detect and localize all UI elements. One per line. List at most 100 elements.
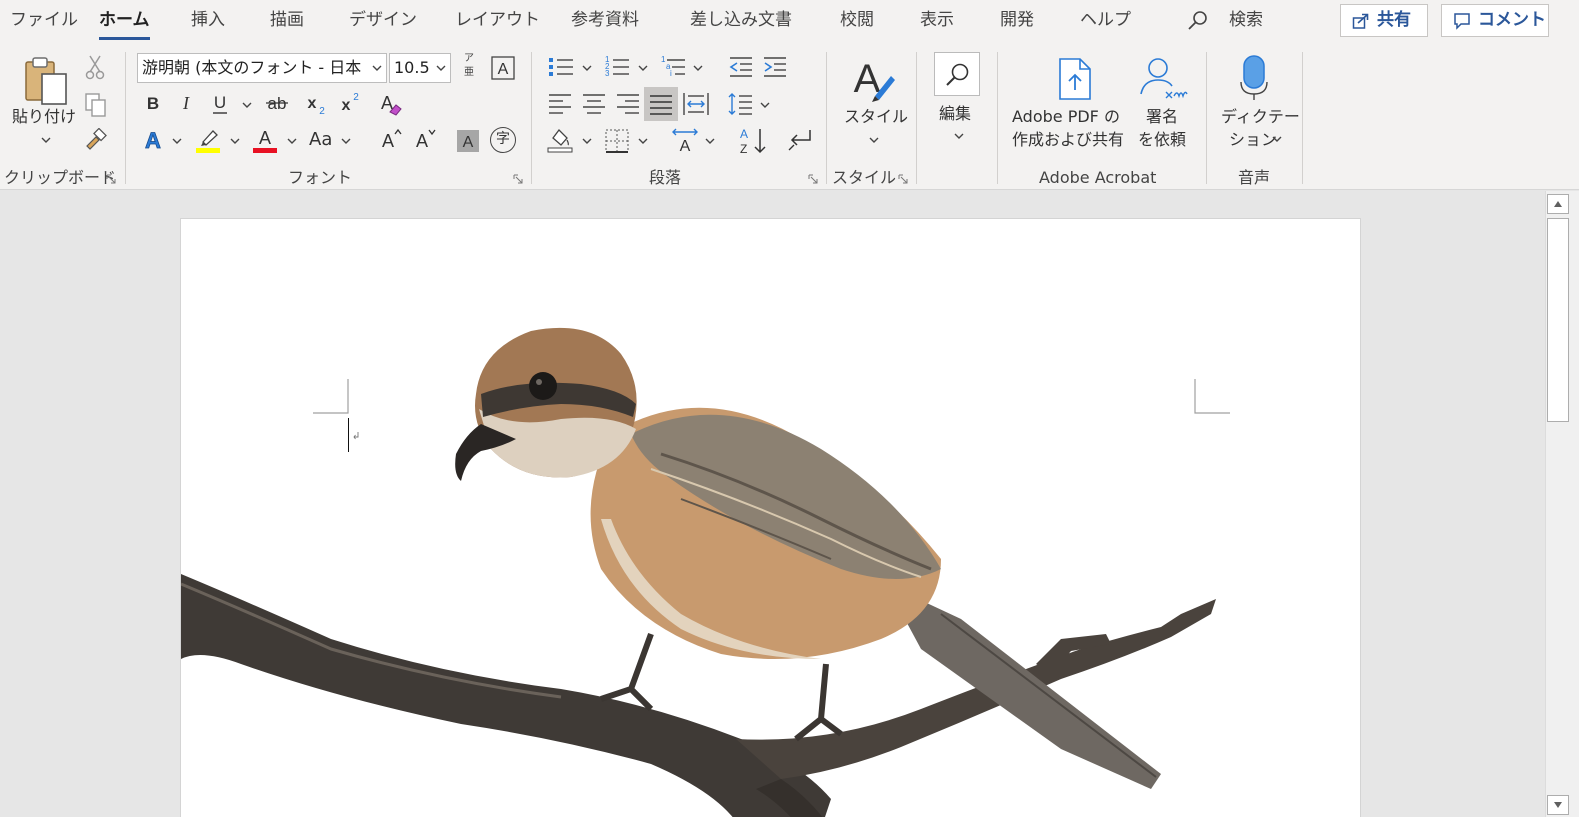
asian-layout-dropdown-icon[interactable] — [705, 137, 715, 145]
shading-icon[interactable] — [547, 126, 575, 154]
grow-font-icon[interactable]: A — [378, 126, 404, 152]
tab-layout[interactable]: レイアウト — [455, 8, 540, 32]
editing-button[interactable]: 編集 — [939, 102, 971, 125]
scroll-up-button[interactable] — [1547, 194, 1569, 214]
styles-launcher-icon[interactable] — [898, 174, 908, 184]
search-label[interactable]: 検索 — [1229, 8, 1263, 32]
document-workspace[interactable] — [0, 191, 1545, 817]
request-signature-icon[interactable] — [1138, 56, 1190, 102]
request-signature-line1[interactable]: 署名 — [1146, 105, 1178, 128]
font-color-dropdown-icon[interactable] — [287, 137, 297, 145]
asian-layout-icon[interactable]: A — [670, 126, 700, 154]
phonetic-guide-top: ア — [464, 53, 474, 64]
dictate-line1[interactable]: ディクテー — [1221, 105, 1300, 128]
shrike-on-branch-image[interactable] — [181, 219, 1361, 817]
superscript-icon[interactable]: x2 — [337, 90, 361, 114]
center-icon[interactable] — [581, 91, 607, 115]
font-color-icon[interactable]: A — [252, 126, 280, 154]
bullets-icon[interactable] — [547, 54, 575, 80]
tab-view[interactable]: 表示 — [920, 8, 954, 32]
text-effects-dropdown-icon[interactable] — [172, 137, 182, 145]
dictate-line2[interactable]: ション — [1229, 128, 1277, 151]
highlight-dropdown-icon[interactable] — [230, 137, 240, 145]
bullets-dropdown-icon[interactable] — [582, 64, 592, 72]
borders-dropdown-icon[interactable] — [638, 137, 648, 145]
numbering-dropdown-icon[interactable] — [638, 64, 648, 72]
share-button[interactable]: 共有 — [1340, 4, 1428, 37]
paste-dropdown-icon[interactable] — [41, 136, 51, 144]
change-case-dropdown-icon[interactable] — [341, 137, 351, 145]
phonetic-guide-icon[interactable]: ア亜 — [462, 52, 476, 82]
highlight-icon[interactable] — [195, 126, 223, 154]
paste-icon[interactable] — [22, 54, 70, 106]
clear-formatting-icon[interactable]: A — [376, 90, 404, 118]
copy-icon[interactable] — [84, 92, 108, 118]
distributed-icon[interactable] — [682, 91, 710, 117]
search-icon[interactable] — [1186, 9, 1210, 33]
shrink-font-icon[interactable]: A — [412, 126, 438, 152]
font-family-select[interactable]: 游明朝 (本文のフォント - 日本 — [137, 53, 387, 83]
vertical-scrollbar[interactable] — [1545, 191, 1579, 817]
tab-design[interactable]: デザイン — [349, 8, 417, 32]
enclose-characters-icon[interactable]: 字 — [490, 127, 516, 153]
increase-indent-icon[interactable] — [762, 54, 788, 80]
multilevel-list-dropdown-icon[interactable] — [693, 64, 703, 72]
bold-icon[interactable]: B — [143, 92, 163, 114]
paragraph-launcher-icon[interactable] — [808, 174, 818, 184]
tab-file[interactable]: ファイル — [10, 8, 78, 32]
underline-icon[interactable]: U — [209, 92, 231, 116]
tab-home[interactable]: ホーム — [99, 8, 150, 40]
create-pdf-line1[interactable]: Adobe PDF の — [1012, 105, 1120, 128]
italic-icon[interactable]: I — [176, 92, 196, 114]
clipboard-launcher-icon[interactable] — [106, 174, 116, 184]
justify-button[interactable] — [644, 87, 678, 121]
microphone-icon[interactable] — [1238, 54, 1270, 102]
font-size-dropdown-icon[interactable] — [436, 64, 446, 72]
format-painter-icon[interactable] — [84, 128, 108, 150]
comment-button[interactable]: コメント — [1441, 4, 1549, 37]
tab-help[interactable]: ヘルプ — [1080, 8, 1131, 32]
tab-draw[interactable]: 描画 — [270, 8, 304, 32]
tab-developer[interactable]: 開発 — [1000, 8, 1034, 32]
font-family-dropdown-icon[interactable] — [372, 64, 382, 72]
styles-button[interactable]: スタイル — [844, 105, 908, 128]
styles-icon[interactable]: A — [847, 54, 899, 104]
scroll-down-button[interactable] — [1547, 795, 1569, 815]
shading-dropdown-icon[interactable] — [582, 137, 592, 145]
change-case-icon[interactable]: Aa — [309, 128, 332, 151]
comment-icon — [1454, 13, 1470, 30]
sort-icon[interactable]: AZ — [738, 126, 768, 156]
borders-icon[interactable] — [604, 128, 630, 154]
editing-dropdown-icon[interactable] — [954, 132, 964, 140]
cut-icon[interactable] — [84, 54, 106, 80]
styles-dropdown-icon[interactable] — [869, 136, 879, 144]
strikethrough-icon[interactable]: ab — [264, 92, 290, 114]
decrease-indent-icon[interactable] — [728, 54, 754, 80]
svg-text:A: A — [740, 127, 748, 141]
font-launcher-icon[interactable] — [513, 174, 523, 184]
multilevel-list-icon[interactable]: 1ai — [659, 54, 687, 80]
align-right-icon[interactable] — [615, 91, 641, 115]
tab-mailings[interactable]: 差し込み文書 — [690, 8, 792, 32]
scroll-thumb[interactable] — [1547, 218, 1569, 422]
find-button[interactable] — [934, 52, 980, 96]
paste-button[interactable]: 貼り付け — [12, 105, 76, 128]
request-signature-line2[interactable]: を依頼 — [1138, 128, 1186, 151]
create-pdf-line2[interactable]: 作成および共有 — [1012, 128, 1124, 151]
line-spacing-icon[interactable] — [726, 91, 754, 117]
subscript-icon[interactable]: x2 — [303, 92, 327, 116]
tab-references[interactable]: 参考資料 — [571, 8, 639, 32]
line-spacing-dropdown-icon[interactable] — [760, 101, 770, 109]
numbering-icon[interactable]: 123 — [603, 54, 631, 80]
character-border-icon[interactable]: A — [490, 55, 516, 81]
create-pdf-icon[interactable] — [1054, 56, 1096, 102]
text-effects-icon[interactable]: A — [140, 126, 166, 154]
dictate-dropdown-icon[interactable] — [1272, 135, 1282, 143]
tab-review[interactable]: 校閲 — [840, 8, 874, 32]
align-left-icon[interactable] — [547, 91, 573, 115]
tab-insert[interactable]: 挿入 — [191, 8, 225, 32]
underline-dropdown-icon[interactable] — [242, 101, 252, 109]
show-formatting-marks-icon[interactable] — [786, 128, 814, 154]
character-shading-icon[interactable]: A — [455, 128, 481, 154]
document-page[interactable] — [180, 218, 1361, 817]
